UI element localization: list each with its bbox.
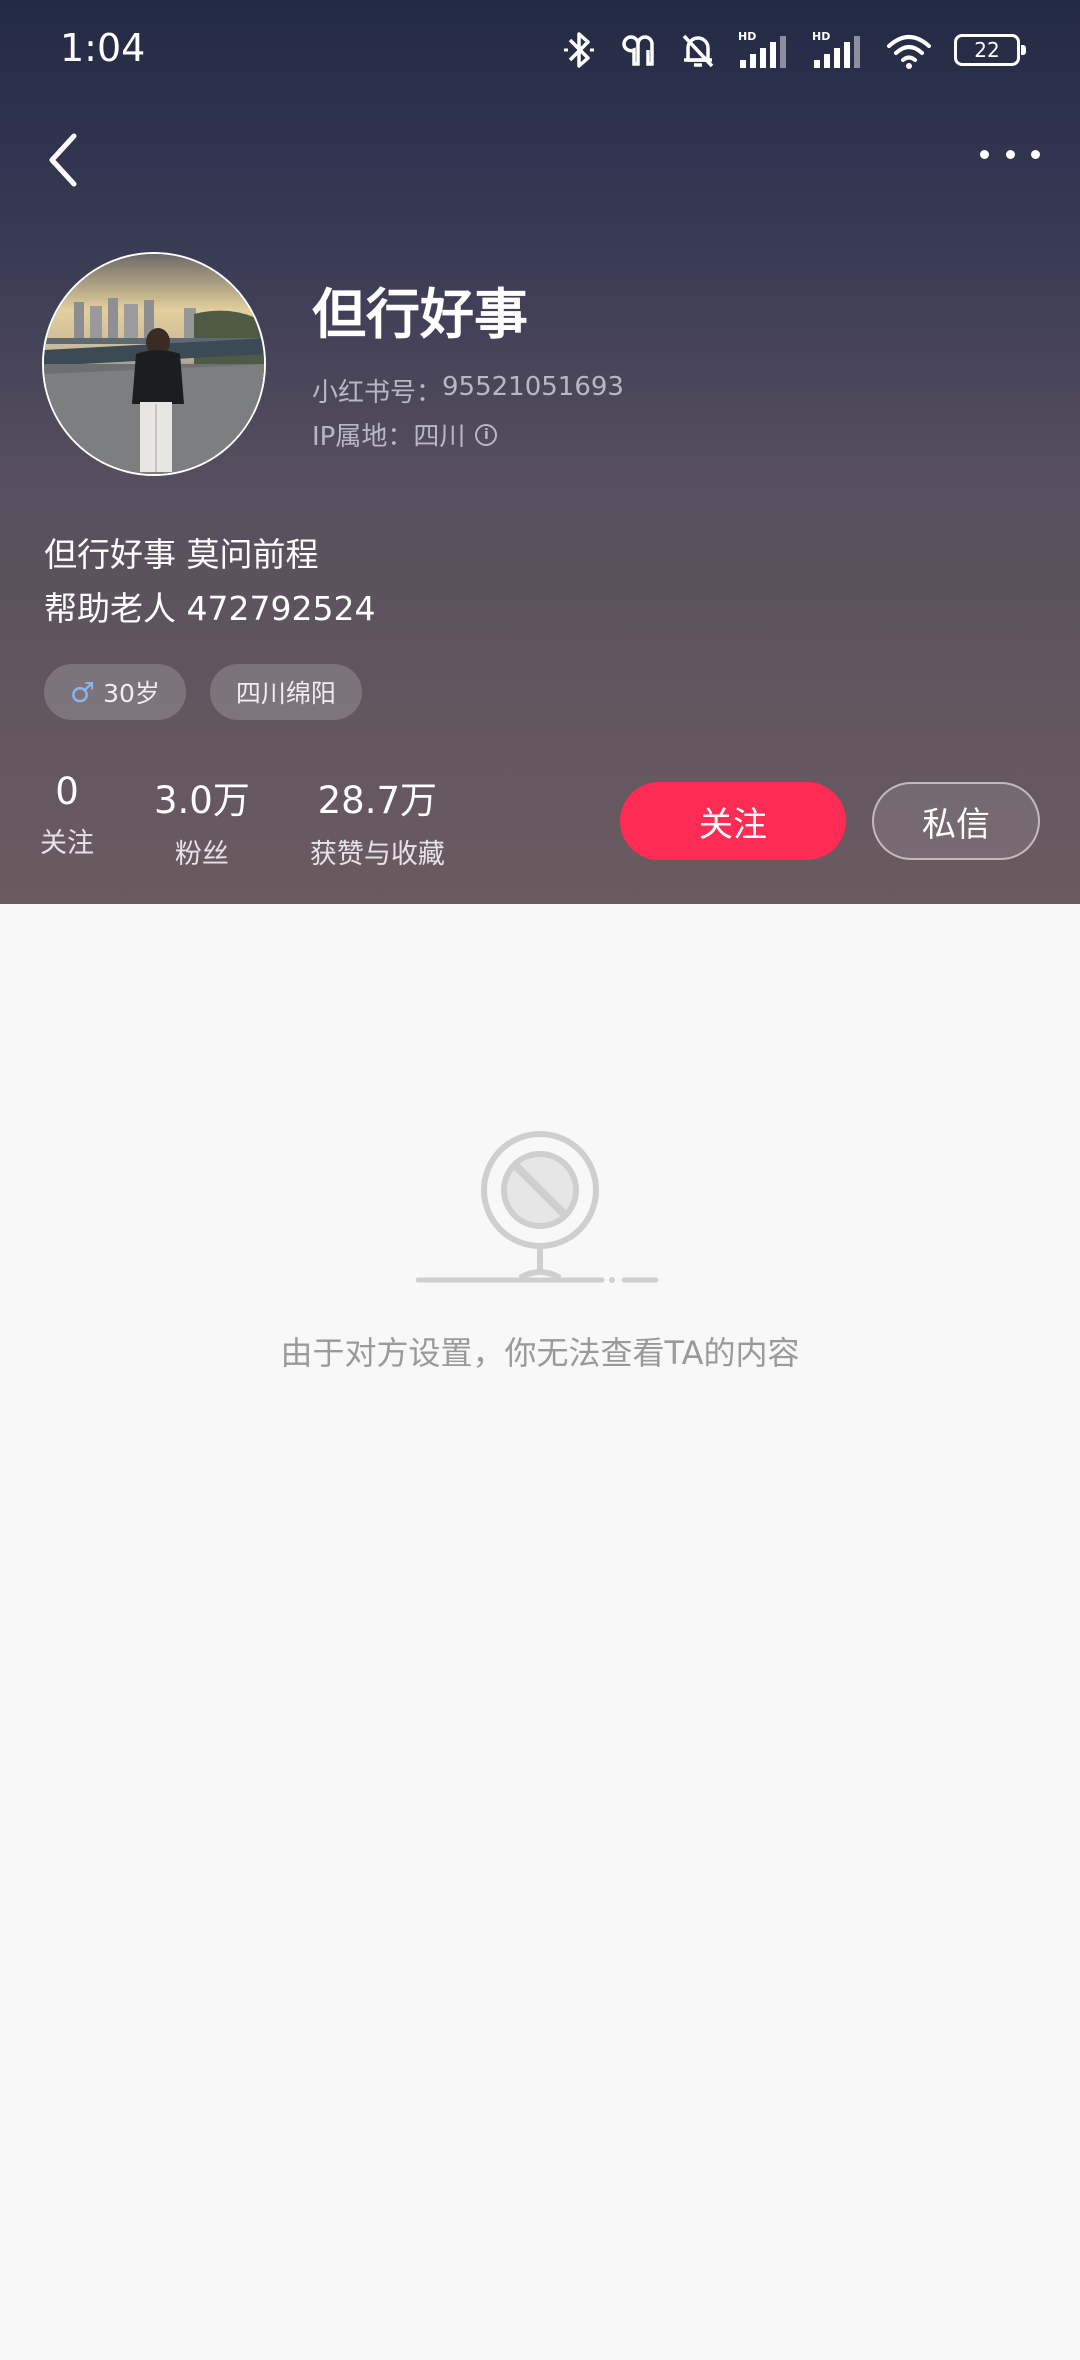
avatar[interactable] [42, 252, 266, 476]
following-count: 0 [55, 770, 79, 813]
bio-line: 但行好事 莫问前程 [44, 535, 319, 574]
earbuds-icon [622, 35, 654, 66]
info-icon[interactable]: i [475, 423, 498, 446]
stats-row: 0 关注 3.0万 粉丝 28.7万 获赞与收藏 [40, 770, 505, 871]
location-tag-label: 四川绵阳 [235, 679, 336, 708]
ip-value: 四川 [413, 422, 466, 452]
follow-button[interactable]: 关注 [620, 782, 846, 860]
profile-tags: ♂ 30岁 四川绵阳 [44, 664, 362, 720]
more-dots-icon [980, 149, 989, 159]
back-button[interactable] [40, 128, 84, 192]
bell-off-icon [682, 34, 714, 68]
status-bar: 1:04 HD HD 22 [0, 0, 1080, 100]
likes-label: 获赞与收藏 [309, 839, 445, 870]
following-label: 关注 [40, 828, 94, 859]
stat-followers[interactable]: 3.0万 粉丝 [154, 770, 250, 871]
ip-location: IP属地：四川 i [312, 416, 498, 453]
svg-text:HD: HD [738, 30, 756, 43]
signal-hd-icon: HD [738, 30, 786, 68]
chevron-left-icon [49, 133, 77, 187]
svg-text:HD: HD [812, 30, 830, 43]
age-tag: ♂ 30岁 [44, 664, 186, 720]
status-icons: HD HD 22 [562, 28, 1026, 72]
username: 但行好事 [312, 283, 528, 346]
message-button[interactable]: 私信 [872, 782, 1040, 860]
bio: 但行好事 莫问前程 帮助老人 472792524 [44, 528, 375, 636]
red-id[interactable]: 小红书号： 95521051693 [312, 372, 624, 409]
status-time: 1:04 [60, 26, 146, 70]
age-tag-label: 30岁 [103, 679, 160, 708]
followers-label: 粉丝 [174, 839, 229, 870]
bio-line: 帮助老人 472792524 [44, 589, 376, 628]
ip-label: IP属地： [312, 422, 414, 452]
likes-count: 28.7万 [317, 779, 438, 822]
followers-count: 3.0万 [154, 779, 250, 822]
battery-icon: 22 [954, 34, 1026, 66]
stat-likes[interactable]: 28.7万 获赞与收藏 [310, 770, 445, 871]
avatar-photo [44, 254, 264, 474]
signal-hd-icon: HD [812, 30, 860, 68]
empty-state: 由于对方设置，你无法查看TA的内容 [0, 904, 1080, 2360]
male-icon: ♂ [70, 675, 96, 709]
bluetooth-icon [564, 32, 594, 68]
blocked-content-icon [416, 1131, 659, 1283]
profile-header: 1:04 HD HD 22 但行好事 小红书号： 95521051693 IP属… [0, 0, 1080, 904]
stat-following[interactable]: 0 关注 [40, 770, 94, 871]
red-id-value: 95521051693 [442, 372, 624, 402]
red-id-label: 小红书号： [312, 378, 443, 408]
wifi-icon [887, 35, 931, 69]
more-button[interactable] [980, 138, 1040, 170]
empty-message: 由于对方设置，你无法查看TA的内容 [280, 1334, 800, 1372]
location-tag: 四川绵阳 [209, 664, 362, 720]
battery-level: 22 [974, 38, 1000, 62]
